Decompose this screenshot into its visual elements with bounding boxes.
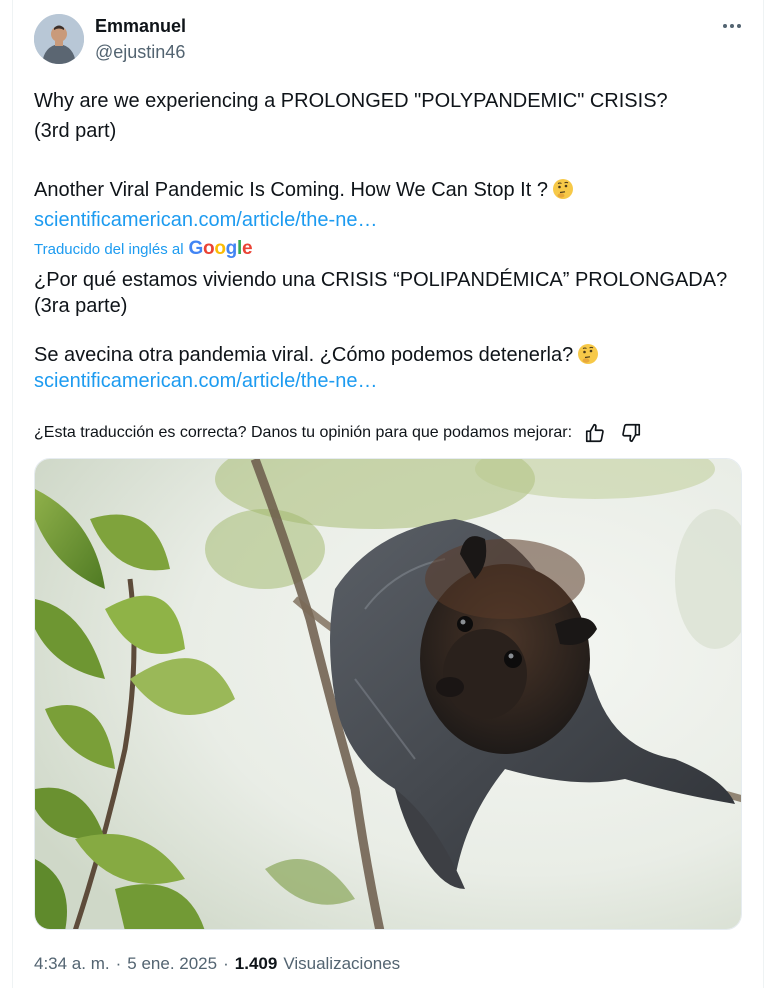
translated-text-line: (3ra parte) (34, 295, 128, 317)
more-dots-icon (723, 24, 741, 28)
thumbs-up-button[interactable] (582, 420, 608, 446)
article-link[interactable]: scientificamerican.com/article/the-ne… (34, 207, 377, 233)
avatar[interactable] (34, 14, 84, 64)
translation-feedback-row: ¿Esta traducción es correcta? Danos tu o… (34, 420, 644, 446)
views-count: 1.409 (234, 954, 278, 973)
meta-separator: · (223, 954, 229, 973)
more-options-button[interactable] (718, 12, 746, 40)
tweet-text-line: Another Viral Pandemic Is Coming. How We… (34, 177, 574, 203)
thumbs-up-icon (586, 423, 604, 443)
thinking-face-icon (552, 179, 573, 199)
translated-text-content: Se avecina otra pandemia viral. ¿Cómo po… (34, 344, 574, 366)
translated-label: Traducido del inglés al (34, 240, 184, 258)
translated-article-link[interactable]: scientificamerican.com/article/the-ne… (34, 368, 377, 394)
translated-text-line: Se avecina otra pandemia viral. ¿Cómo po… (34, 342, 599, 368)
google-logo: Google (188, 238, 253, 259)
thumbs-down-icon (622, 423, 641, 443)
user-avatar-photo-icon (34, 14, 84, 64)
translated-text-line: ¿Por qué estamos viviendo una CRISIS “PO… (34, 269, 728, 291)
fruit-bat-photo (35, 459, 741, 929)
meta-separator: · (115, 954, 122, 973)
tweet-date[interactable]: 5 ene. 2025 (127, 954, 217, 974)
author-name[interactable]: Emmanuel (95, 16, 186, 37)
tweet-text-line: (3rd part) (34, 120, 117, 142)
tweet-text-line: Why are we experiencing a PROLONGED "POL… (34, 90, 668, 112)
thinking-face-icon (578, 344, 599, 364)
tweet-media-image[interactable] (34, 458, 742, 930)
thumbs-down-button[interactable] (618, 420, 644, 446)
tweet-time[interactable]: 4:34 a. m. (34, 954, 110, 974)
author-handle[interactable]: @ejustin46 (95, 42, 185, 63)
tweet-text-content: Another Viral Pandemic Is Coming. How We… (34, 179, 548, 201)
views-label: Visualizaciones (283, 954, 401, 973)
translated-by-row[interactable]: Traducido del inglés al Google (34, 236, 253, 262)
tweet-meta-row: 4:34 a. m. · 5 ene. 2025 · 1.409 Visuali… (34, 952, 400, 976)
feedback-question: ¿Esta traducción es correcta? Danos tu o… (34, 424, 573, 441)
